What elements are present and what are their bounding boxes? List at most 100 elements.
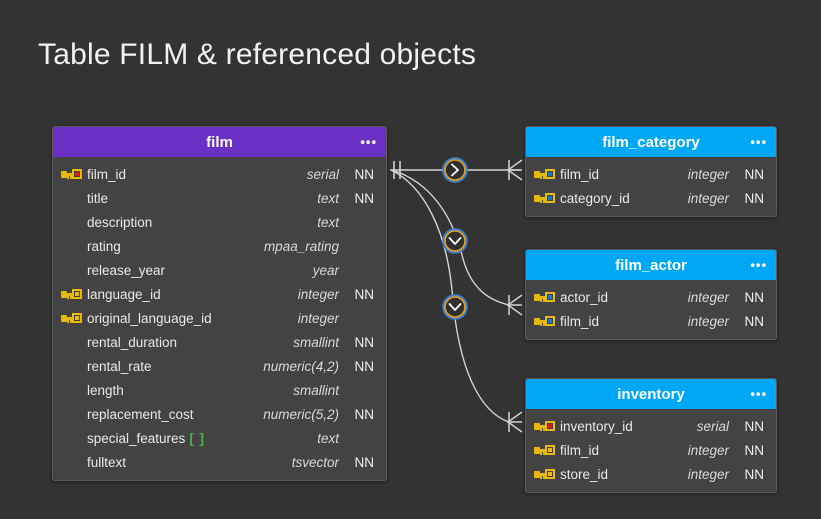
foreign-key-icon [534, 443, 556, 457]
relationship-badge-film-actor[interactable] [442, 228, 468, 254]
entity-columns-inventory: inventory_id serial NN film_id integer NN stor… [526, 409, 776, 492]
column-name: film_id [87, 166, 127, 182]
column-type: serial [696, 418, 729, 434]
column-icon-placeholder [61, 263, 83, 277]
column-name: length [87, 382, 124, 398]
column-type: mpaa_rating [263, 238, 339, 254]
entity-table-inventory[interactable]: inventory ••• inventory_id serial NN film_i… [525, 378, 777, 493]
column-type: integer [687, 166, 729, 182]
entity-columns-film: film_id serial NN title text NN description tex… [53, 157, 386, 480]
column-not-null-flag: NN [744, 190, 765, 206]
page-title: Table FILM & referenced objects [38, 38, 477, 71]
column-row[interactable]: film_id integer NN [526, 309, 776, 333]
composite-key-icon [534, 191, 556, 205]
entity-table-film-category[interactable]: film_category ••• film_id integer NN catego… [525, 126, 777, 217]
column-row[interactable]: store_id integer NN [526, 462, 776, 486]
entity-title-film-actor: film_actor [615, 256, 687, 274]
column-type: integer [297, 310, 339, 326]
column-not-null-flag: NN [744, 466, 765, 482]
relationship-badge-film-category[interactable] [442, 157, 468, 183]
column-row[interactable]: length smallint [53, 378, 386, 402]
cardinality-many-film-actor [507, 294, 523, 316]
kebab-menu-icon[interactable]: ••• [750, 388, 767, 401]
foreign-key-icon [61, 311, 83, 325]
entity-title-film-category: film_category [602, 133, 700, 151]
kebab-menu-icon[interactable]: ••• [750, 136, 767, 149]
column-array-marker: [ ] [189, 430, 206, 446]
column-type: text [317, 430, 339, 446]
cardinality-one-film-category [393, 161, 401, 179]
column-row[interactable]: film_id integer NN [526, 438, 776, 462]
composite-key-icon [534, 290, 556, 304]
column-not-null-flag: NN [354, 190, 375, 206]
entity-title-film: film [206, 133, 233, 151]
column-not-null-flag: NN [744, 166, 765, 182]
entity-header-film[interactable]: film ••• [53, 127, 386, 157]
column-not-null-flag: NN [354, 358, 375, 374]
column-icon-placeholder [61, 359, 83, 373]
column-name: special_features [87, 430, 186, 446]
column-type: numeric(5,2) [263, 406, 339, 422]
column-name: film_id [560, 313, 600, 329]
column-icon-placeholder [61, 215, 83, 229]
column-row[interactable]: category_id integer NN [526, 186, 776, 210]
column-type: integer [687, 466, 729, 482]
column-row[interactable]: original_language_id integer [53, 306, 386, 330]
column-not-null-flag: NN [354, 334, 375, 350]
column-not-null-flag: NN [744, 442, 765, 458]
column-row[interactable]: film_id integer NN [526, 162, 776, 186]
column-not-null-flag: NN [744, 313, 765, 329]
entity-header-film-category[interactable]: film_category ••• [526, 127, 776, 157]
composite-key-icon [534, 314, 556, 328]
column-row[interactable]: description text [53, 210, 386, 234]
entity-title-inventory: inventory [617, 385, 685, 403]
column-not-null-flag: NN [744, 418, 765, 434]
column-type: text [317, 214, 339, 230]
column-row[interactable]: title text NN [53, 186, 386, 210]
column-name: rental_rate [87, 358, 152, 374]
column-name: category_id [560, 190, 630, 206]
entity-columns-film-category: film_id integer NN category_id integer NN [526, 157, 776, 216]
column-row[interactable]: fulltext tsvector NN [53, 450, 386, 474]
entity-header-inventory[interactable]: inventory ••• [526, 379, 776, 409]
column-name: actor_id [560, 289, 609, 305]
column-row[interactable]: film_id serial NN [53, 162, 386, 186]
entity-table-film[interactable]: film ••• film_id serial NN title text NN descr… [52, 126, 387, 481]
entity-header-film-actor[interactable]: film_actor ••• [526, 250, 776, 280]
column-type: smallint [293, 382, 339, 398]
column-icon-placeholder [61, 239, 83, 253]
column-row[interactable]: rating mpaa_rating [53, 234, 386, 258]
column-row[interactable]: actor_id integer NN [526, 285, 776, 309]
column-row[interactable]: release_year year [53, 258, 386, 282]
column-icon-placeholder [61, 335, 83, 349]
relationship-badge-inventory[interactable] [442, 294, 468, 320]
column-icon-placeholder [61, 191, 83, 205]
composite-key-icon [534, 167, 556, 181]
column-name: description [87, 214, 153, 230]
primary-key-icon [534, 419, 556, 433]
foreign-key-icon [61, 287, 83, 301]
column-row[interactable]: inventory_id serial NN [526, 414, 776, 438]
column-name: store_id [560, 466, 609, 482]
column-not-null-flag: NN [354, 286, 375, 302]
column-not-null-flag: NN [354, 406, 375, 422]
entity-columns-film-actor: actor_id integer NN film_id integer NN [526, 280, 776, 339]
column-row[interactable]: rental_rate numeric(4,2) NN [53, 354, 386, 378]
kebab-menu-icon[interactable]: ••• [360, 136, 377, 149]
column-row[interactable]: special_features[ ] text [53, 426, 386, 450]
relationship-film-to-film-actor [391, 169, 523, 316]
kebab-menu-icon[interactable]: ••• [750, 259, 767, 272]
column-type: numeric(4,2) [263, 358, 339, 374]
column-type: tsvector [291, 454, 339, 470]
column-name: language_id [87, 286, 161, 302]
column-type: text [317, 190, 339, 206]
column-row[interactable]: replacement_cost numeric(5,2) NN [53, 402, 386, 426]
column-type: integer [297, 286, 339, 302]
cardinality-many-inventory [507, 411, 523, 433]
entity-table-film-actor[interactable]: film_actor ••• actor_id integer NN film_id i… [525, 249, 777, 340]
column-not-null-flag: NN [744, 289, 765, 305]
column-name: fulltext [87, 454, 127, 470]
column-row[interactable]: language_id integer NN [53, 282, 386, 306]
relationship-film-to-inventory [390, 169, 523, 433]
column-row[interactable]: rental_duration smallint NN [53, 330, 386, 354]
